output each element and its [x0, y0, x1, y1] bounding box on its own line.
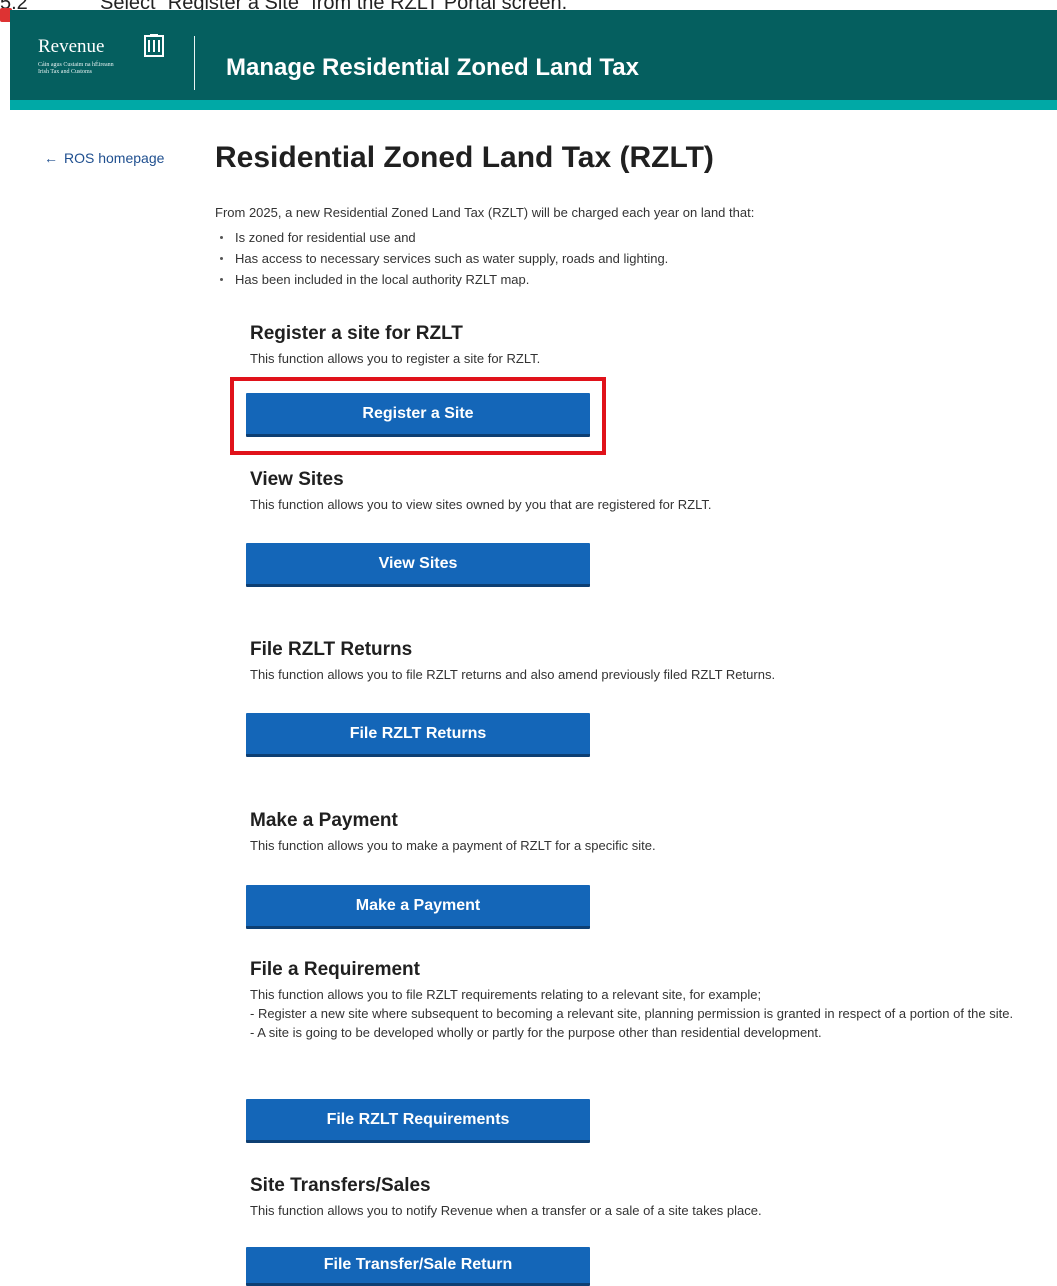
section-title: Register a site for RZLT — [250, 323, 463, 344]
view-sites-button[interactable]: View Sites — [246, 543, 590, 587]
logo-subtitle-irish: Cáin agus Custaim na hÉireann — [38, 62, 114, 68]
make-payment-button[interactable]: Make a Payment — [246, 885, 590, 929]
section-description: - Register a new site where subsequent t… — [250, 1006, 1014, 1021]
intro-text: From 2025, a new Residential Zoned Land … — [215, 205, 755, 220]
section-file-requirement: File a Requirement This function allows … — [250, 959, 1050, 1042]
section-description: This function allows you to view sites o… — [250, 497, 712, 512]
section-description: This function allows you to file RZLT re… — [250, 987, 762, 1002]
section-description: This function allows you to file RZLT re… — [250, 667, 776, 682]
logo-wordmark: Revenue — [38, 36, 105, 57]
revenue-logo[interactable]: Revenue Cáin agus Custaim na hÉireann Ir… — [38, 34, 178, 91]
section-register-site: Register a site for RZLT This function a… — [250, 323, 1050, 368]
file-rzlt-returns-button[interactable]: File RZLT Returns — [246, 713, 590, 757]
section-title: Make a Payment — [250, 810, 398, 831]
section-make-payment: Make a Payment This function allows you … — [250, 810, 1050, 855]
section-view-sites: View Sites This function allows you to v… — [250, 469, 1050, 514]
section-title: View Sites — [250, 469, 344, 490]
section-description: This function allows you to notify Reven… — [250, 1203, 762, 1218]
section-title: File RZLT Returns — [250, 639, 413, 660]
header-title: Manage Residential Zoned Land Tax — [226, 54, 639, 81]
section-description: This function allows you to make a payme… — [250, 838, 656, 853]
page-title: Residential Zoned Land Tax (RZLT) — [215, 141, 714, 174]
criteria-item: Has been included in the local authority… — [215, 270, 668, 291]
site-header: Revenue Cáin agus Custaim na hÉireann Ir… — [10, 10, 1057, 100]
criteria-item: Is zoned for residential use and — [215, 228, 668, 249]
ros-homepage-label: ROS homepage — [64, 150, 165, 166]
section-description: - A site is going to be developed wholly… — [250, 1025, 822, 1040]
highlight-box — [230, 377, 606, 455]
header-divider — [194, 36, 195, 90]
section-description: This function allows you to register a s… — [250, 351, 541, 366]
section-site-transfers: Site Transfers/Sales This function allow… — [250, 1175, 1050, 1220]
file-transfer-sale-return-button[interactable]: File Transfer/Sale Return — [246, 1247, 590, 1286]
criteria-list: Is zoned for residential use and Has acc… — [215, 228, 668, 291]
arrow-left-icon: ← — [44, 150, 58, 166]
logo-subtitle-english: Irish Tax and Customs — [38, 69, 92, 75]
ros-homepage-link[interactable]: ← ROS homepage — [44, 150, 164, 166]
header-accent-bar — [10, 100, 1057, 110]
section-title: Site Transfers/Sales — [250, 1175, 431, 1196]
file-rzlt-requirements-button[interactable]: File RZLT Requirements — [246, 1099, 590, 1143]
harp-icon — [144, 34, 164, 57]
logo-subtitle: Cáin agus Custaim na hÉireann Irish Tax … — [38, 62, 148, 76]
section-title: File a Requirement — [250, 959, 420, 980]
section-file-returns: File RZLT Returns This function allows y… — [250, 639, 1050, 684]
criteria-item: Has access to necessary services such as… — [215, 249, 668, 270]
